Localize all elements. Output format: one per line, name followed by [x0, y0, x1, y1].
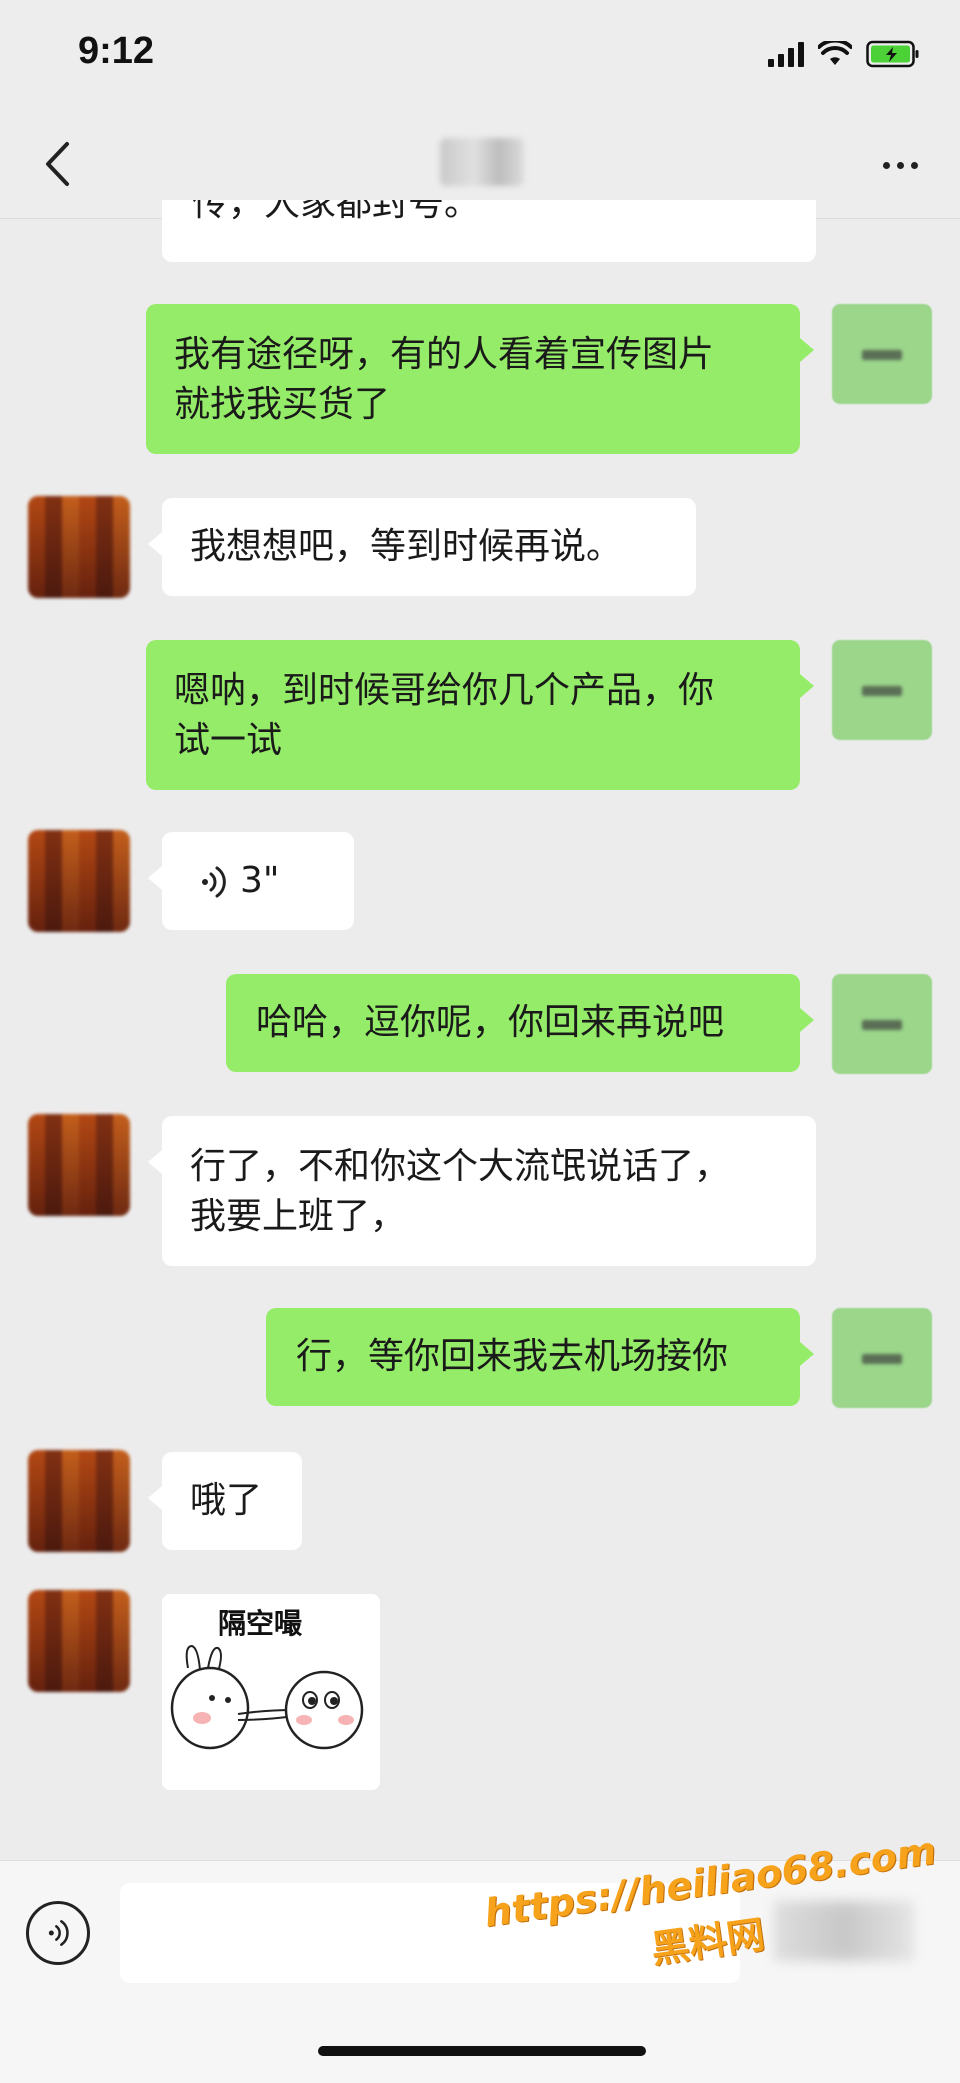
status-icons	[768, 40, 920, 68]
message-line: 试一试	[174, 720, 283, 761]
dot	[882, 161, 890, 169]
message-line: 我有途径呀，有的人看着宣传图片	[174, 334, 715, 375]
status-time: 9:12	[78, 30, 155, 72]
contact-avatar[interactable]	[28, 830, 130, 932]
message-line: 行，等你回来我去机场接你	[296, 1336, 729, 1377]
voice-wave-icon	[202, 866, 226, 898]
back-button[interactable]	[30, 136, 86, 192]
contact-avatar[interactable]	[28, 496, 130, 598]
message-line: 行了，不和你这个大流氓说话了，	[190, 1146, 731, 1187]
my-avatar[interactable]	[832, 974, 932, 1074]
message-bubble-incoming[interactable]: 行了，不和你这个大流氓说话了， 我要上班了，	[148, 1116, 816, 1266]
message-line: 嗯呐，到时候哥给你几个产品，你	[174, 670, 715, 711]
voice-message-bubble[interactable]: 3"	[148, 832, 354, 930]
message-bubble-incoming[interactable]: 哦了	[148, 1452, 302, 1550]
home-indicator[interactable]	[318, 2046, 646, 2056]
message-line: 我想想吧，等到时候再说。	[190, 526, 623, 567]
message-line: 哦了	[190, 1480, 263, 1521]
my-avatar[interactable]	[832, 640, 932, 740]
chevron-left-icon	[46, 142, 69, 186]
message-bubble-outgoing[interactable]: 行，等你回来我去机场接你	[266, 1308, 814, 1406]
message-bubble-outgoing[interactable]: 哈哈，逗你呢，你回来再说吧	[226, 974, 814, 1072]
message-bubble-incoming-partial[interactable]: 传，人家都封号。	[162, 200, 816, 262]
message-line: 就找我买货了	[174, 384, 391, 425]
contact-avatar[interactable]	[28, 1450, 130, 1552]
watermark-site-name: 黑料网	[648, 1912, 768, 1972]
wifi-icon	[818, 41, 852, 67]
message-bubble-outgoing[interactable]: 嗯呐，到时候哥给你几个产品，你 试一试	[146, 640, 814, 790]
contact-name-blurred	[440, 138, 524, 186]
contact-avatar[interactable]	[28, 1590, 130, 1692]
message-line: 哈哈，逗你呢，你回来再说吧	[256, 1002, 725, 1043]
voice-input-button[interactable]	[26, 1901, 90, 1965]
my-avatar[interactable]	[832, 1308, 932, 1408]
message-bubble-incoming[interactable]: 我想想吧，等到时候再说。	[148, 498, 696, 596]
status-bar: 9:12	[0, 0, 960, 110]
sticker-image	[170, 1644, 364, 1750]
dot	[896, 161, 904, 169]
message-bubble-outgoing[interactable]: 我有途径呀，有的人看着宣传图片 就找我买货了	[146, 304, 814, 454]
contact-avatar[interactable]	[28, 1114, 130, 1216]
battery-charging-icon	[866, 40, 920, 68]
voice-duration: 3"	[240, 860, 280, 901]
sticker-caption: 隔空嘬	[218, 1607, 303, 1640]
message-text: 传，人家都封号。	[192, 200, 481, 224]
more-options-button[interactable]	[870, 140, 930, 190]
dot	[910, 161, 918, 169]
cellular-signal-icon	[768, 41, 804, 67]
voice-input-icon	[48, 1920, 69, 1946]
message-line: 我要上班了，	[190, 1196, 407, 1237]
sticker-message[interactable]: 隔空嘬	[162, 1594, 380, 1790]
my-avatar[interactable]	[832, 304, 932, 404]
